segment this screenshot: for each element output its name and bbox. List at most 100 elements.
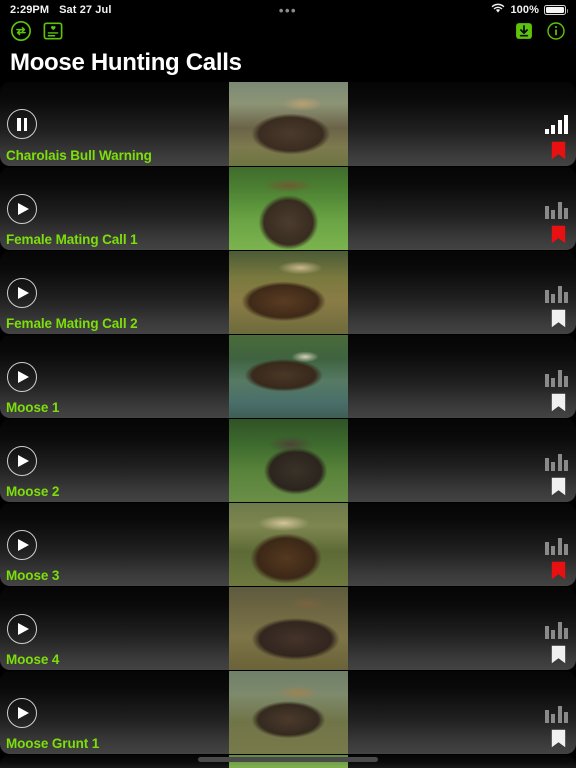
equalizer-icon: [544, 535, 568, 556]
meter-bar: [564, 628, 568, 640]
meter-bar: [551, 462, 555, 472]
status-bar: 2:29PM Sat 27 Jul ••• 100%: [0, 0, 576, 20]
meter-bar: [564, 208, 568, 220]
play-button[interactable]: [7, 362, 37, 393]
play-icon: [18, 455, 29, 468]
meter-bar: [544, 374, 549, 388]
status-bar-right: 100%: [491, 3, 568, 17]
meter-bar: [557, 370, 562, 388]
list-item[interactable]: Moose 3: [0, 502, 576, 587]
bookmark-icon[interactable]: [551, 309, 566, 328]
meter-bar: [564, 292, 568, 304]
meter-bar: [544, 290, 549, 304]
play-icon: [18, 371, 29, 384]
sound-thumbnail: [229, 587, 348, 671]
list-item[interactable]: Moose 2: [0, 418, 576, 503]
pause-button[interactable]: [7, 109, 37, 140]
meter-bar: [557, 120, 562, 135]
meter-bar: [544, 206, 549, 220]
meter-bar: [557, 202, 562, 220]
repeat-circle-icon[interactable]: [10, 20, 32, 47]
sound-title: Female Mating Call 2: [6, 316, 138, 332]
bookmark-icon[interactable]: [551, 729, 566, 748]
bookmark-icon[interactable]: [551, 561, 566, 580]
meter-bar: [551, 630, 555, 640]
meter-bar: [544, 626, 549, 640]
meter-bar: [557, 454, 562, 472]
sound-title: Moose 3: [6, 568, 60, 584]
meter-bar: [557, 706, 562, 724]
home-indicator: [198, 757, 378, 762]
battery-fill: [546, 7, 564, 13]
list-item[interactable]: Moose 4: [0, 586, 576, 671]
meter-bar: [544, 710, 549, 724]
download-icon[interactable]: [514, 21, 534, 46]
sound-title: Moose 1: [6, 400, 60, 416]
sound-thumbnail: [229, 251, 348, 335]
toolbar-left-group: [10, 20, 64, 47]
play-icon: [18, 203, 29, 216]
battery-percent: 100%: [510, 4, 539, 16]
status-bar-left: 2:29PM Sat 27 Jul: [10, 4, 111, 16]
list-item[interactable]: Moose 1: [0, 334, 576, 419]
list-item[interactable]: Female Mating Call 2: [0, 250, 576, 335]
meter-bar: [557, 286, 562, 304]
sound-title: Charolais Bull Warning: [6, 148, 152, 164]
meter-bar: [551, 125, 555, 135]
favorites-card-icon[interactable]: [42, 20, 64, 47]
meter-bar: [564, 115, 568, 135]
meter-bar: [557, 622, 562, 640]
bookmark-icon[interactable]: [551, 141, 566, 160]
meter-bar: [557, 538, 562, 556]
meter-bar: [564, 544, 568, 556]
equalizer-icon: [544, 199, 568, 220]
play-icon: [18, 539, 29, 552]
play-button[interactable]: [7, 194, 37, 225]
toolbar-right-group: [514, 21, 566, 46]
list-item[interactable]: Moose Grunt 1: [0, 670, 576, 755]
sound-thumbnail: [229, 671, 348, 755]
equalizer-icon: [544, 451, 568, 472]
meter-bar: [544, 458, 549, 472]
play-icon: [18, 623, 29, 636]
equalizer-icon: [544, 283, 568, 304]
play-button[interactable]: [7, 698, 37, 729]
play-icon: [18, 287, 29, 300]
status-dots-label: •••: [278, 2, 298, 18]
sound-thumbnail: [229, 335, 348, 419]
sound-thumbnail: [229, 503, 348, 587]
sound-thumbnail: [229, 82, 348, 167]
sound-thumbnail: [229, 419, 348, 503]
meter-bar: [551, 546, 555, 556]
bookmark-icon[interactable]: [551, 477, 566, 496]
list-item[interactable]: Charolais Bull Warning: [0, 82, 576, 167]
meter-bar: [551, 210, 555, 220]
play-button[interactable]: [7, 446, 37, 477]
sound-title: Female Mating Call 1: [6, 232, 138, 248]
bookmark-icon[interactable]: [551, 393, 566, 412]
meter-bar: [544, 129, 549, 135]
pause-icon: [17, 117, 27, 131]
info-circle-icon[interactable]: [546, 21, 566, 46]
play-button[interactable]: [7, 530, 37, 561]
meter-bar: [551, 378, 555, 388]
equalizer-icon: [544, 703, 568, 724]
sound-title: Moose 4: [6, 652, 60, 668]
play-button[interactable]: [7, 614, 37, 645]
list-item[interactable]: Female Mating Call 1: [0, 166, 576, 251]
page-title: Moose Hunting Calls: [10, 49, 242, 76]
status-time: 2:29PM: [10, 4, 50, 16]
sound-title: Moose 2: [6, 484, 60, 500]
sound-thumbnail: [229, 167, 348, 251]
meter-bar: [551, 714, 555, 724]
equalizer-icon: [544, 619, 568, 640]
meter-bar: [544, 542, 549, 556]
bookmark-icon[interactable]: [551, 225, 566, 244]
wifi-icon: [491, 3, 505, 17]
sound-list[interactable]: Charolais Bull Warning Female Mating Call…: [0, 82, 576, 768]
play-button[interactable]: [7, 278, 37, 309]
bookmark-icon[interactable]: [551, 645, 566, 664]
equalizer-icon: [544, 367, 568, 388]
play-icon: [18, 707, 29, 720]
meter-bar: [564, 376, 568, 388]
